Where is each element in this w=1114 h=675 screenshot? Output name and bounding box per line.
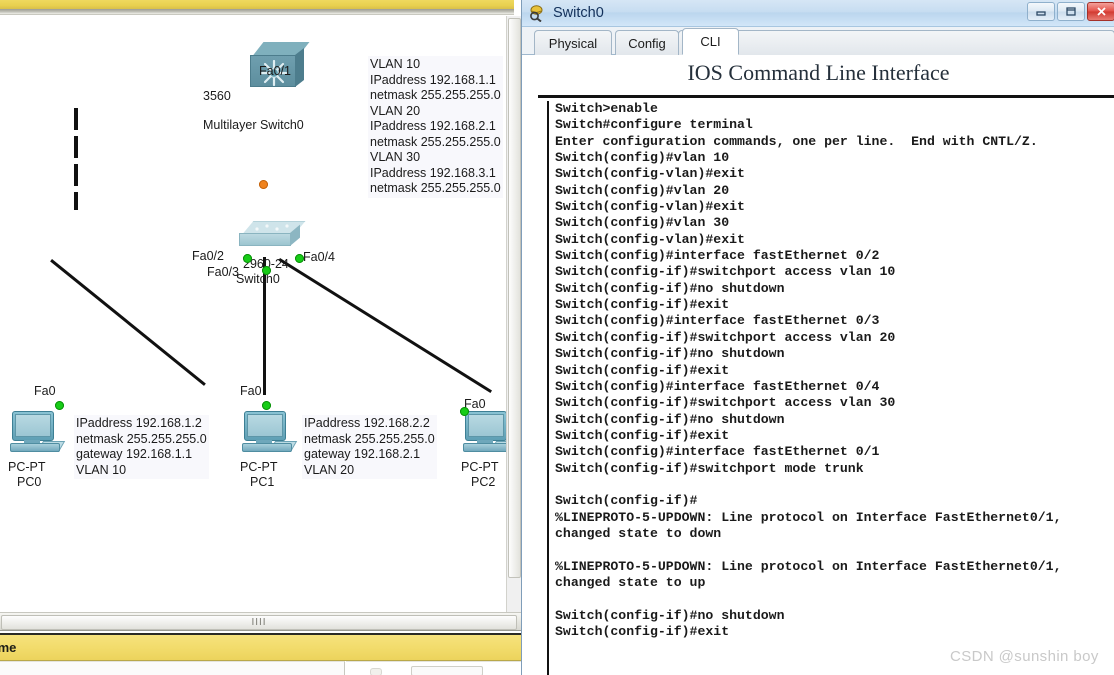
tab-config-label: Config [628, 35, 666, 51]
pc0-config-note: IPaddress 192.168.1.2 netmask 255.255.25… [74, 415, 209, 479]
device-tab-bar: Physical Config CLI [522, 27, 1114, 55]
access-switch-port-fa02-label: Fa0/2 [192, 249, 224, 263]
simulation-time-bar: ime [0, 633, 521, 661]
canvas-vertical-scrollbar[interactable] [506, 16, 521, 612]
pc0-type-label: PC-PT [8, 460, 46, 474]
multilayer-switch-device-label: Multilayer Switch0 [203, 118, 304, 132]
pc1-type-label: PC-PT [240, 460, 278, 474]
link-trunk-seg-1 [74, 108, 78, 130]
access-switch-device-label: Switch0 [236, 272, 280, 286]
pc0-port-label: Fa0 [34, 384, 56, 398]
device-access-switch[interactable] [239, 221, 306, 253]
link-trunk-seg-4 [74, 192, 78, 210]
link-trunk-seg-3 [74, 164, 78, 186]
tab-config[interactable]: Config [615, 30, 679, 55]
switch0-device-window: Switch0 Physical Config CLI IOS Command … [521, 0, 1114, 675]
packet-tracer-device-icon [529, 4, 547, 23]
pc1-config-note: IPaddress 192.168.2.2 netmask 255.255.25… [302, 415, 437, 479]
link-switch0-pc2 [278, 258, 493, 394]
pc2-type-label: PC-PT [461, 460, 499, 474]
cli-heading: IOS Command Line Interface [687, 60, 950, 85]
filters-button-placeholder[interactable] [411, 666, 483, 675]
pc1-device-label: PC1 [250, 475, 275, 489]
canvas-vertical-scroll-thumb[interactable] [508, 18, 521, 578]
link-switch0-pc0 [50, 259, 206, 386]
link-status-dot-pc2-fa0 [460, 407, 469, 416]
event-list-pane [0, 661, 345, 675]
workspace-top-yellow-bar [0, 0, 514, 9]
pc0-monitor-screen [15, 414, 51, 437]
workspace-bottom-panels [0, 661, 521, 675]
maximize-button[interactable] [1057, 2, 1085, 21]
window-title-text: Switch0 [553, 5, 604, 21]
pc0-device-label: PC0 [17, 475, 42, 489]
link-status-dot-switch0-fa02 [243, 254, 252, 263]
close-icon [1096, 7, 1106, 16]
canvas-horizontal-scrollbar[interactable]: IIII [0, 612, 521, 631]
minimize-icon [1036, 10, 1046, 16]
link-status-dot-multilayer-fa01 [259, 180, 268, 189]
link-status-dot-switch0-fa04 [295, 254, 304, 263]
screenshot-root: 3560 Multilayer Switch0 Fa0/1 VLAN 10 IP… [0, 0, 1114, 675]
tab-cli[interactable]: CLI [682, 28, 739, 55]
canvas-horizontal-scroll-thumb[interactable]: IIII [1, 615, 517, 630]
link-status-dot-pc0-fa0 [55, 401, 64, 410]
vlan-ip-note: VLAN 10 IPaddress 192.168.1.1 netmask 25… [368, 56, 503, 198]
pc1-base [242, 443, 292, 452]
window-controls [1027, 2, 1114, 21]
link-status-dot-pc1-fa0 [262, 401, 271, 410]
tab-cli-label: CLI [700, 34, 721, 49]
access-switch-port-fa03-label: Fa0/3 [207, 265, 239, 279]
pc2-monitor-screen [468, 414, 504, 437]
link-status-dot-switch0-fa03 [262, 266, 271, 275]
pc2-base [463, 443, 506, 452]
close-button[interactable] [1087, 2, 1114, 21]
tab-physical[interactable]: Physical [534, 30, 612, 55]
link-trunk-seg-2 [74, 136, 78, 158]
multilayer-switch-model-label: 3560 [203, 89, 231, 103]
device-pc0[interactable] [10, 411, 66, 459]
device-pc1[interactable] [242, 411, 298, 459]
play-controls-placeholder[interactable] [370, 668, 382, 675]
device-pc2[interactable] [463, 411, 506, 459]
simulation-time-label: ime [0, 639, 17, 655]
pc0-base [10, 443, 60, 452]
tab-bar-filler [678, 30, 1114, 55]
window-title-bar[interactable]: Switch0 [522, 0, 1114, 27]
cli-terminal-output[interactable]: Switch>enable Switch#configure terminal … [547, 101, 1114, 675]
access-switch-front-face [239, 233, 291, 246]
scroll-thumb-grip-icon: IIII [251, 616, 267, 628]
access-switch-port-dots-icon [255, 224, 289, 231]
multilayer-switch-port-label: Fa0/1 [259, 64, 291, 78]
tab-physical-label: Physical [548, 35, 598, 51]
topology-canvas[interactable]: 3560 Multilayer Switch0 Fa0/1 VLAN 10 IP… [0, 16, 506, 612]
pc1-monitor-screen [247, 414, 283, 437]
cli-panel: IOS Command Line Interface Switch>enable… [522, 55, 1114, 675]
multilayer-switch-side-face [295, 47, 304, 87]
cli-heading-rule [538, 95, 1114, 98]
access-switch-port-fa04-label: Fa0/4 [303, 250, 335, 264]
pc2-device-label: PC2 [471, 475, 496, 489]
packet-tracer-workspace: 3560 Multilayer Switch0 Fa0/1 VLAN 10 IP… [0, 0, 521, 675]
pc1-port-label: Fa0 [240, 384, 262, 398]
maximize-icon [1066, 7, 1076, 16]
workspace-top-gray-bar [0, 9, 514, 15]
controls-pane [346, 661, 521, 675]
minimize-button[interactable] [1027, 2, 1055, 21]
